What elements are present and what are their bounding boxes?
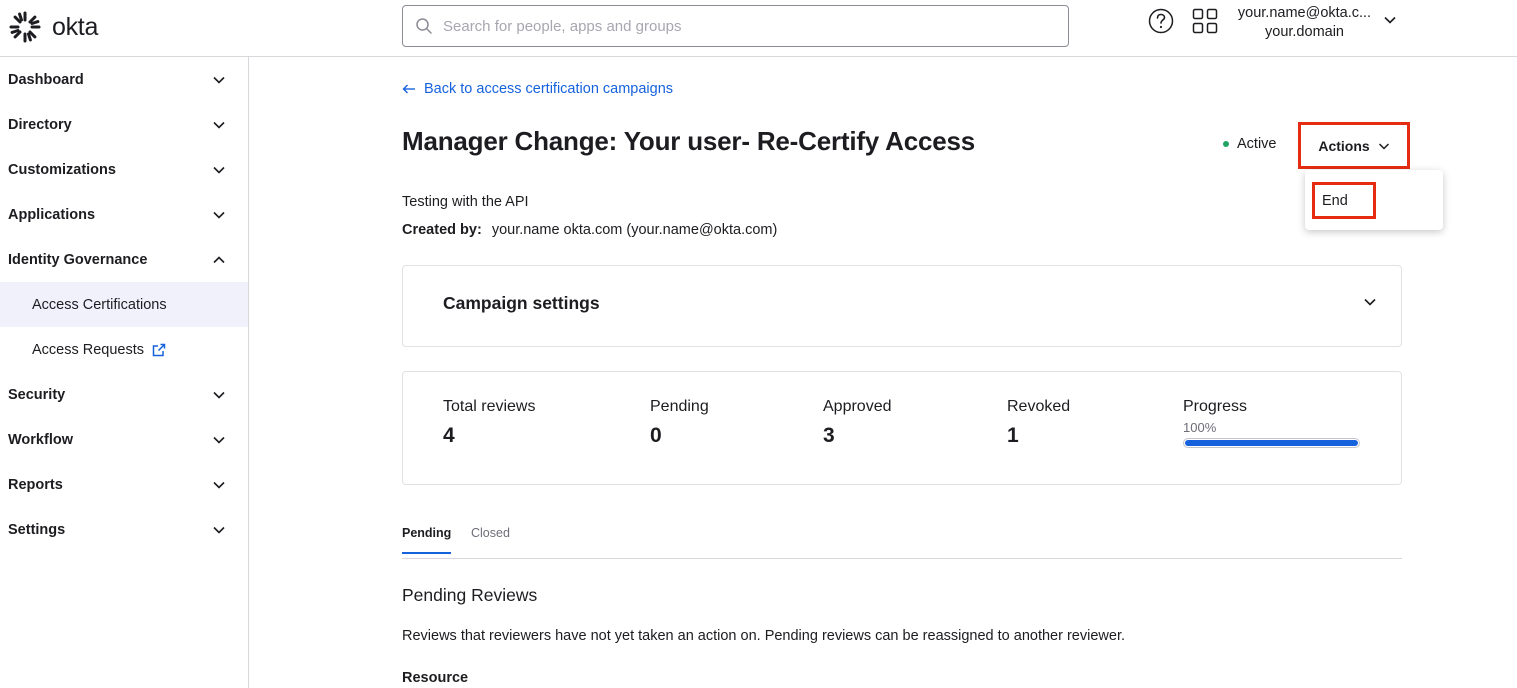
- brand-name: okta: [52, 12, 99, 41]
- chevron-down-icon: [213, 76, 225, 84]
- back-link[interactable]: Back to access certification campaigns: [402, 81, 673, 97]
- sidebar-item-security[interactable]: Security: [0, 372, 248, 417]
- stat-label: Pending: [650, 398, 709, 415]
- chevron-down-icon[interactable]: [1383, 13, 1397, 27]
- actions-button[interactable]: Actions: [1298, 122, 1410, 169]
- stat-progress: Progress 100%: [1183, 398, 1360, 448]
- sidebar-nav: Dashboard Directory Customizations Appli…: [0, 57, 249, 688]
- sidebar-item-customizations[interactable]: Customizations: [0, 147, 248, 192]
- search-bar[interactable]: [402, 5, 1069, 47]
- chevron-up-icon: [213, 255, 225, 263]
- resource-column-header: Resource: [402, 670, 469, 686]
- tab-pending[interactable]: Pending: [402, 526, 452, 554]
- created-by-value: your.name okta.com (your.name@okta.com): [491, 222, 778, 238]
- arrow-left-icon: [402, 84, 415, 94]
- search-icon: [416, 18, 432, 34]
- sidebar-item-identity-governance[interactable]: Identity Governance: [0, 237, 248, 282]
- external-link-icon: [152, 343, 166, 356]
- sidebar-item-label: Reports: [8, 476, 63, 493]
- sidebar-item-label: Settings: [8, 521, 66, 538]
- page-title: Manager Change: Your user- Re-Certify Ac…: [402, 126, 976, 156]
- sidebar-item-label: Applications: [8, 206, 96, 223]
- chevron-down-icon: [213, 391, 225, 399]
- help-circle-icon[interactable]: [1148, 8, 1174, 34]
- progress-percent: 100%: [1183, 420, 1217, 435]
- user-email: your.name@okta.c...: [1237, 5, 1372, 21]
- sidebar-item-label: Access Certifications: [32, 296, 167, 313]
- sidebar-item-label: Workflow: [8, 431, 73, 448]
- okta-sunburst-icon: [9, 11, 41, 43]
- back-link-label: Back to access certification campaigns: [424, 81, 674, 97]
- stat-value: 4: [443, 424, 455, 447]
- pending-reviews-heading: Pending Reviews: [402, 585, 538, 605]
- pending-reviews-description: Reviews that reviewers have not yet take…: [402, 628, 1125, 644]
- stat-revoked: Revoked 1: [1007, 398, 1070, 448]
- stat-approved: Approved 3: [823, 398, 892, 448]
- review-tabs: Pending Closed: [402, 517, 1402, 559]
- sidebar-item-reports[interactable]: Reports: [0, 462, 248, 507]
- status-badge: Active: [1223, 136, 1277, 152]
- stat-total-reviews: Total reviews 4: [443, 398, 535, 448]
- status-dot-icon: [1223, 141, 1229, 147]
- user-menu[interactable]: your.name@okta.c... your.domain: [1232, 4, 1377, 42]
- tab-closed[interactable]: Closed: [471, 526, 510, 552]
- status-label: Active: [1237, 136, 1277, 152]
- stat-value: 0: [650, 424, 662, 447]
- chevron-down-icon: [213, 166, 225, 174]
- sidebar-item-label: Customizations: [8, 161, 116, 178]
- chevron-down-icon: [1364, 298, 1376, 306]
- stat-value: 3: [823, 424, 835, 447]
- sidebar-item-directory[interactable]: Directory: [0, 102, 248, 147]
- stat-label: Approved: [823, 398, 892, 415]
- top-bar: okta your.name@okta.c... your.domain: [0, 0, 1517, 57]
- stat-value: 1: [1007, 424, 1019, 447]
- actions-button-label: Actions: [1318, 137, 1370, 154]
- sidebar-item-access-requests[interactable]: Access Requests: [0, 327, 248, 372]
- progress-bar-fill: [1185, 440, 1358, 446]
- chevron-down-icon: [213, 526, 225, 534]
- grid-apps-icon[interactable]: [1192, 8, 1218, 34]
- stat-label: Revoked: [1007, 398, 1071, 415]
- sidebar-item-access-certifications[interactable]: Access Certifications: [0, 282, 248, 327]
- sidebar-item-label: Dashboard: [8, 71, 84, 88]
- sidebar-item-label: Security: [8, 386, 66, 403]
- okta-logo[interactable]: okta: [8, 10, 98, 44]
- chevron-down-icon: [213, 481, 225, 489]
- search-input[interactable]: [443, 17, 1043, 35]
- progress-bar: [1183, 438, 1360, 448]
- chevron-down-icon: [213, 211, 225, 219]
- sidebar-item-settings[interactable]: Settings: [0, 507, 248, 552]
- chevron-down-icon: [213, 436, 225, 444]
- sidebar-item-applications[interactable]: Applications: [0, 192, 248, 237]
- campaign-settings-accordion[interactable]: Campaign settings: [402, 265, 1402, 347]
- chevron-down-icon: [1378, 142, 1389, 150]
- stat-pending: Pending 0: [650, 398, 709, 448]
- campaign-description: Testing with the API: [402, 194, 529, 210]
- sidebar-item-label: Identity Governance: [8, 251, 148, 268]
- campaign-settings-title: Campaign settings: [443, 293, 600, 313]
- sidebar-item-label: Directory: [8, 116, 72, 133]
- review-stats-card: Total reviews 4 Pending 0 Approved 3 Rev…: [402, 371, 1402, 485]
- created-by-label: Created by:: [402, 222, 482, 238]
- stat-label: Progress: [1183, 398, 1248, 415]
- sidebar-item-workflow[interactable]: Workflow: [0, 417, 248, 462]
- stat-label: Total reviews: [443, 398, 536, 415]
- sidebar-item-label: Access Requests: [32, 341, 145, 358]
- sidebar-item-dashboard[interactable]: Dashboard: [0, 57, 248, 102]
- end-campaign-menu-item[interactable]: End: [1312, 182, 1376, 219]
- actions-dropdown-menu: End: [1305, 170, 1443, 230]
- created-by: Created by: your.name okta.com (your.nam…: [402, 222, 777, 238]
- user-domain: your.domain: [1265, 24, 1344, 40]
- chevron-down-icon: [213, 121, 225, 129]
